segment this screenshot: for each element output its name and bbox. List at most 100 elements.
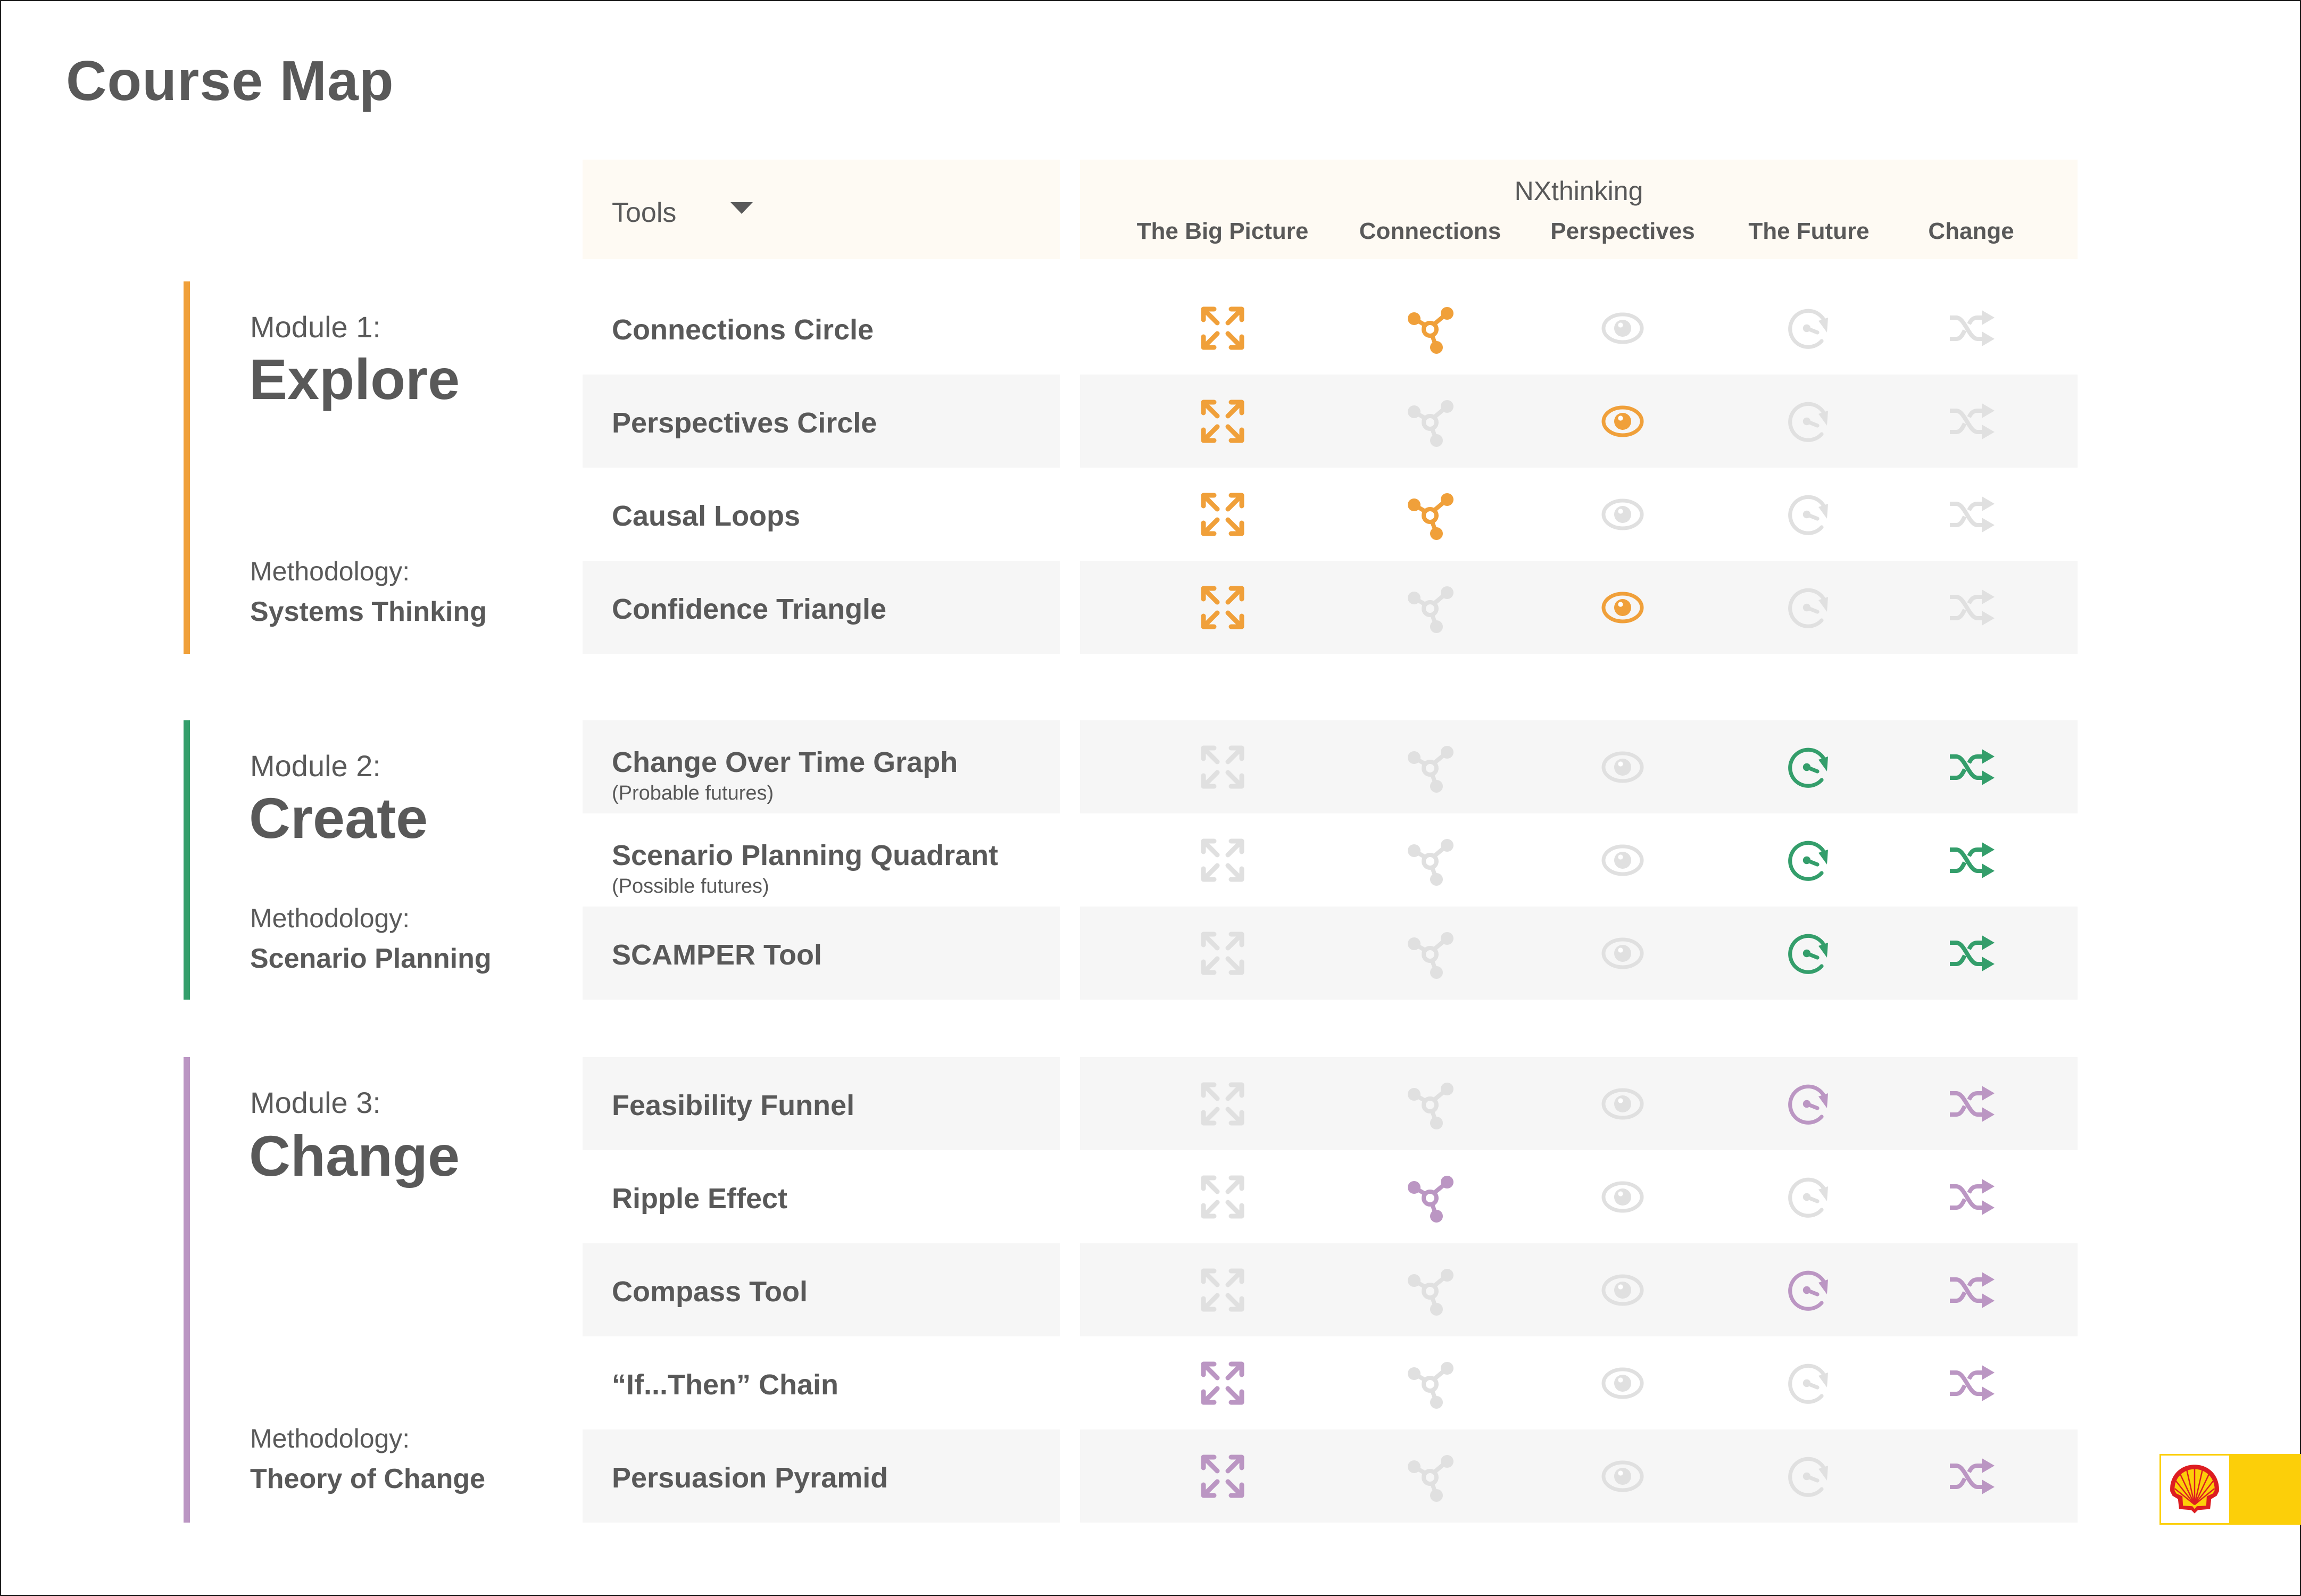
eye-icon xyxy=(1597,835,1648,886)
eye-icon xyxy=(1597,742,1648,793)
tool-name: Causal Loops xyxy=(612,500,801,532)
tool-row[interactable]: Causal Loops xyxy=(583,468,1060,561)
network-nodes-icon xyxy=(1405,582,1456,633)
shuffle-icon xyxy=(1946,1358,1997,1409)
tool-name: Confidence Triangle xyxy=(612,593,887,625)
expand-arrows-icon xyxy=(1197,928,1248,979)
module-2-color-bar xyxy=(184,720,190,1000)
network-nodes-icon xyxy=(1405,489,1456,540)
expand-arrows-icon xyxy=(1197,1171,1248,1223)
eye-icon xyxy=(1597,489,1648,540)
tool-subtitle: (Probable futures) xyxy=(612,782,774,804)
eye-icon xyxy=(1597,582,1648,633)
clock-rotate-icon xyxy=(1783,835,1834,886)
tool-nx-row xyxy=(1080,468,2078,561)
column-header-perspectives: Perspectives xyxy=(1550,218,1695,244)
network-nodes-icon xyxy=(1405,1451,1456,1502)
expand-arrows-icon xyxy=(1197,1265,1248,1316)
shuffle-icon xyxy=(1946,1171,1997,1223)
eye-icon xyxy=(1597,396,1648,447)
module-2-methodology-label: Methodology: xyxy=(250,903,410,933)
shuffle-icon xyxy=(1946,928,1997,979)
column-header-connections: Connections xyxy=(1359,218,1501,244)
shuffle-icon xyxy=(1946,396,1997,447)
clock-rotate-icon xyxy=(1783,582,1834,633)
clock-rotate-icon xyxy=(1783,1265,1834,1316)
clock-rotate-icon xyxy=(1783,1078,1834,1129)
eye-icon xyxy=(1597,928,1648,979)
network-nodes-icon xyxy=(1405,742,1456,793)
shuffle-icon xyxy=(1946,835,1997,886)
clock-rotate-icon xyxy=(1783,1171,1834,1223)
clock-rotate-icon xyxy=(1783,1451,1834,1502)
network-nodes-icon xyxy=(1405,396,1456,447)
tool-nx-row xyxy=(1080,1057,2078,1150)
clock-rotate-icon xyxy=(1783,742,1834,793)
tool-row[interactable]: Feasibility Funnel xyxy=(583,1057,1060,1150)
module-1-name: Explore xyxy=(249,347,460,411)
nxthinking-group-label: NXthinking xyxy=(1514,176,1643,206)
tool-name: Connections Circle xyxy=(612,314,874,346)
tool-name: Perspectives Circle xyxy=(612,407,877,439)
shuffle-icon xyxy=(1946,303,1997,354)
tools-filter-dropdown[interactable]: Tools xyxy=(583,160,1060,259)
network-nodes-icon xyxy=(1405,928,1456,979)
tools-dropdown-label: Tools xyxy=(612,197,677,228)
module-2-name: Create xyxy=(249,786,428,850)
tool-row[interactable]: Ripple Effect xyxy=(583,1150,1060,1243)
tool-name: Persuasion Pyramid xyxy=(612,1462,888,1494)
clock-rotate-icon xyxy=(1783,928,1834,979)
module-1-methodology: Systems Thinking xyxy=(250,596,487,627)
expand-arrows-icon xyxy=(1197,303,1248,354)
tool-row[interactable]: SCAMPER Tool xyxy=(583,907,1060,1000)
shell-pecten-icon xyxy=(2170,1465,2219,1514)
shuffle-icon xyxy=(1946,742,1997,793)
shuffle-icon xyxy=(1946,1078,1997,1129)
tool-name: Feasibility Funnel xyxy=(612,1090,855,1121)
tool-nx-row xyxy=(1080,1336,2078,1429)
tool-nx-row xyxy=(1080,813,2078,907)
eye-icon xyxy=(1597,1078,1648,1129)
expand-arrows-icon xyxy=(1197,582,1248,633)
tool-nx-row xyxy=(1080,907,2078,1000)
column-header-big-picture: The Big Picture xyxy=(1136,218,1309,244)
module-3-name: Change xyxy=(249,1124,460,1188)
tool-row[interactable]: Persuasion Pyramid xyxy=(583,1429,1060,1523)
module-1-number: Module 1: xyxy=(250,310,381,344)
tool-row[interactable]: Scenario Planning Quadrant (Possible fut… xyxy=(583,813,1060,907)
network-nodes-icon xyxy=(1405,1265,1456,1316)
page-title: Course Map xyxy=(66,49,394,112)
module-2-methodology: Scenario Planning xyxy=(250,943,492,974)
clock-rotate-icon xyxy=(1783,1358,1834,1409)
network-nodes-icon xyxy=(1405,1358,1456,1409)
tool-nx-row xyxy=(1080,281,2078,375)
shuffle-icon xyxy=(1946,1451,1997,1502)
tool-name: Compass Tool xyxy=(612,1276,808,1308)
tool-row[interactable]: Change Over Time Graph (Probable futures… xyxy=(583,720,1060,813)
shell-logo xyxy=(2159,1454,2301,1525)
clock-rotate-icon xyxy=(1783,396,1834,447)
tool-row[interactable]: “If...Then” Chain xyxy=(583,1336,1060,1429)
tool-name: Ripple Effect xyxy=(612,1183,788,1215)
clock-rotate-icon xyxy=(1783,303,1834,354)
eye-icon xyxy=(1597,1171,1648,1223)
module-3-number: Module 3: xyxy=(250,1086,381,1119)
eye-icon xyxy=(1597,1358,1648,1409)
column-header-change: Change xyxy=(1928,218,2014,244)
tool-name: SCAMPER Tool xyxy=(612,939,822,971)
module-1-color-bar xyxy=(184,281,190,654)
network-nodes-icon xyxy=(1405,1078,1456,1129)
tool-row[interactable]: Connections Circle xyxy=(583,281,1060,375)
shuffle-icon xyxy=(1946,489,1997,540)
expand-arrows-icon xyxy=(1197,835,1248,886)
tool-row[interactable]: Perspectives Circle xyxy=(583,375,1060,468)
tool-row[interactable]: Confidence Triangle xyxy=(583,561,1060,654)
eye-icon xyxy=(1597,1451,1648,1502)
tool-nx-row xyxy=(1080,720,2078,813)
tool-nx-row xyxy=(1080,1429,2078,1523)
chevron-down-icon[interactable] xyxy=(730,202,753,214)
network-nodes-icon xyxy=(1405,303,1456,354)
expand-arrows-icon xyxy=(1197,489,1248,540)
tool-row[interactable]: Compass Tool xyxy=(583,1243,1060,1336)
expand-arrows-icon xyxy=(1197,1078,1248,1129)
